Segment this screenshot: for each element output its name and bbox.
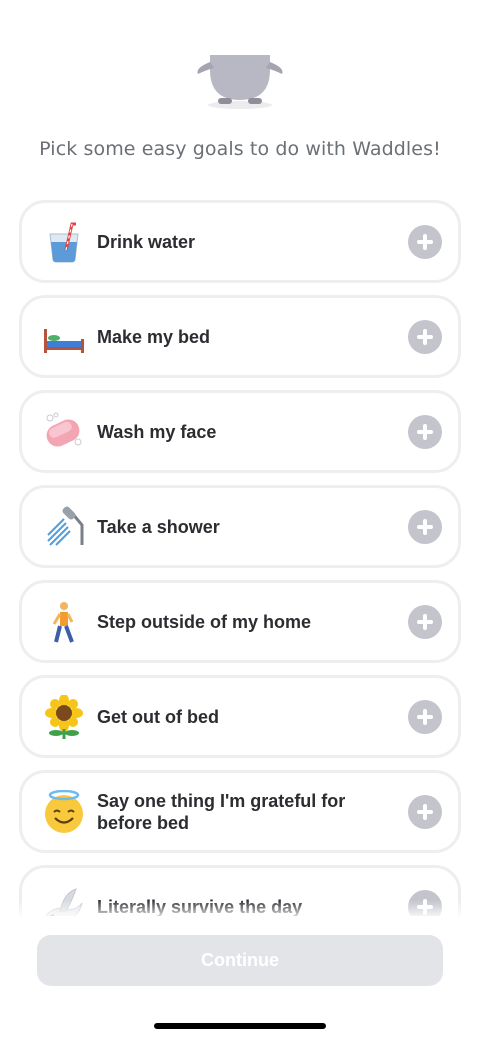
goal-label: Make my bed: [97, 326, 211, 347]
goal-card-take-a-shower[interactable]: Take a shower: [19, 485, 461, 568]
goal-label: Get out of bed: [97, 706, 219, 727]
add-goal-button[interactable]: [408, 414, 442, 449]
page-subtitle: Pick some easy goals to do with Waddles!: [39, 138, 441, 160]
soap-icon: [46, 412, 82, 447]
goal-card-drink-water[interactable]: Drink water: [19, 200, 461, 283]
goal-label: Wash my face: [97, 421, 217, 442]
goal-label: Step outside of my home: [97, 611, 312, 632]
sunflower-icon: [45, 694, 83, 739]
add-goal-button[interactable]: [408, 509, 442, 544]
smiling-face-with-halo-icon: [45, 789, 83, 833]
goal-card-step-outside[interactable]: Step outside of my home: [19, 580, 461, 663]
waddles-mascot-icon: [197, 55, 283, 109]
goal-label: Say one thing I'm grateful for before be…: [97, 790, 346, 833]
list-fade: [0, 900, 480, 920]
shower-icon: [47, 505, 84, 546]
goal-list[interactable]: Drink water Make my bed Wash my face Tak…: [0, 198, 480, 916]
add-goal-button[interactable]: [408, 604, 442, 639]
home-indicator[interactable]: [154, 1023, 326, 1029]
add-goal-button[interactable]: [408, 319, 442, 354]
add-goal-button[interactable]: [408, 699, 442, 734]
goal-label: Take a shower: [97, 516, 220, 537]
person-walking-icon: [52, 601, 74, 643]
goal-card-get-out-of-bed[interactable]: Get out of bed: [19, 675, 461, 758]
goal-picker-screen: Pick some easy goals to do with Waddles!…: [0, 0, 480, 1039]
bed-icon: [44, 328, 84, 353]
continue-button[interactable]: Continue: [37, 935, 443, 986]
goal-card-wash-my-face[interactable]: Wash my face: [19, 390, 461, 473]
add-goal-button[interactable]: [408, 794, 442, 829]
goal-label: Drink water: [97, 231, 196, 252]
goal-card-grateful[interactable]: Say one thing I'm grateful for before be…: [19, 770, 461, 853]
add-goal-button[interactable]: [408, 224, 442, 259]
glass-of-water-icon: [49, 222, 79, 262]
goal-card-make-my-bed[interactable]: Make my bed: [19, 295, 461, 378]
